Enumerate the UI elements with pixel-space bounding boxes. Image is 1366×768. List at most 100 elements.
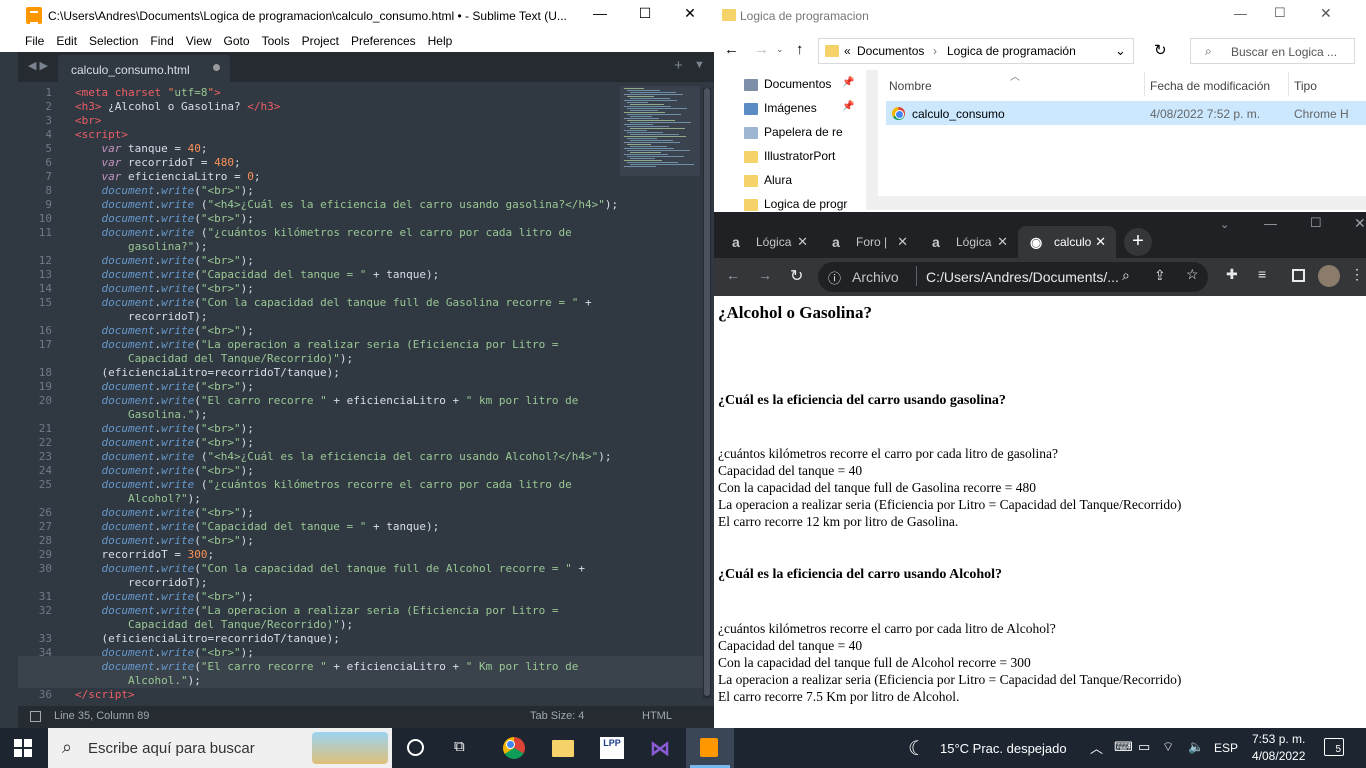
browser-tab-2[interactable]: a Foro | ✕ xyxy=(820,226,918,258)
code-line[interactable]: var eficienciaLitro = 0; xyxy=(75,170,261,183)
tab-close-icon[interactable]: ✕ xyxy=(797,234,808,250)
col-tipo[interactable]: Tipo xyxy=(1294,79,1317,93)
up-arrow-icon[interactable]: ↑ xyxy=(796,41,804,58)
menu-file[interactable]: File xyxy=(25,31,44,48)
tab-list-chevron-icon[interactable]: ▼ xyxy=(694,59,705,71)
breadcrumb-logica[interactable]: Logica de programación xyxy=(947,44,1076,58)
info-icon[interactable]: ⓘ xyxy=(828,268,841,287)
tab-nav-arrows-icon[interactable]: ◀ ▶ xyxy=(28,59,48,72)
code-line[interactable]: document.write("Con la capacidad del tan… xyxy=(75,296,592,309)
battery-icon[interactable]: ▭ xyxy=(1138,739,1150,755)
search-highlight-image[interactable] xyxy=(312,732,388,764)
minimize-button[interactable]: — xyxy=(585,5,615,25)
code-line[interactable]: document.write("<br>"); xyxy=(75,422,254,435)
wifi-icon[interactable]: ⌔ xyxy=(1162,739,1174,755)
profile-avatar[interactable] xyxy=(1318,265,1340,287)
maximize-button[interactable]: ☐ xyxy=(1310,215,1322,231)
tab-calculo-consumo[interactable]: calculo_consumo.html xyxy=(58,55,230,82)
browser-tab-1[interactable]: a Lógica ✕ xyxy=(720,226,818,258)
menu-selection[interactable]: Selection xyxy=(89,31,138,48)
menu-edit[interactable]: Edit xyxy=(56,31,77,48)
code-line[interactable]: document.write("Capacidad del tanque = "… xyxy=(75,268,440,281)
code-line[interactable]: <br> xyxy=(75,114,102,127)
code-line[interactable]: document.write ("¿cuántos kilómetros rec… xyxy=(75,226,572,239)
extensions-puzzle-icon[interactable]: ✚ xyxy=(1226,266,1238,283)
code-line[interactable]: document.write("La operacion a realizar … xyxy=(75,604,559,617)
col-divider[interactable] xyxy=(1288,72,1289,96)
sublime-taskbar-active[interactable] xyxy=(686,728,734,768)
task-view-icon[interactable]: ⧉ xyxy=(454,738,465,755)
code-line[interactable]: document.write("<br>"); xyxy=(75,380,254,393)
code-line[interactable]: var tanque = 40; xyxy=(75,142,208,155)
menu-view[interactable]: View xyxy=(186,31,212,48)
windows-start-icon[interactable] xyxy=(14,739,32,757)
back-arrow-icon[interactable]: ← xyxy=(726,267,740,283)
code-line[interactable]: document.write("<br>"); xyxy=(75,436,254,449)
code-line[interactable]: document.write("La operacion a realizar … xyxy=(75,338,559,351)
new-tab-plus-icon[interactable]: + xyxy=(1124,228,1152,256)
sidebar-item-documentos[interactable]: Documentos 📌 xyxy=(744,77,854,91)
close-button[interactable]: ✕ xyxy=(675,5,705,25)
tab-close-icon[interactable]: ✕ xyxy=(997,234,1008,250)
code-line[interactable]: </script> xyxy=(75,688,135,701)
code-line[interactable]: (eficienciaLitro=recorridoT/tanque); xyxy=(75,366,339,379)
menu-goto[interactable]: Goto xyxy=(224,31,250,48)
code-line[interactable]: gasolina?"); xyxy=(75,240,207,253)
cortana-icon[interactable] xyxy=(407,739,424,756)
sidebar-item-imagenes[interactable]: Imágenes 📌 xyxy=(744,101,854,115)
editor-scrollbar[interactable] xyxy=(703,88,711,698)
unsaved-dot-icon[interactable] xyxy=(213,64,220,71)
tab-close-icon[interactable]: ✕ xyxy=(897,234,908,250)
panel-toggle-icon[interactable] xyxy=(30,711,41,722)
forward-arrow-icon[interactable]: → xyxy=(758,267,772,283)
code-line[interactable]: recorridoT); xyxy=(75,576,207,589)
taskbar-search[interactable]: ⌕ Escribe aquí para buscar xyxy=(48,728,392,768)
code-line[interactable]: <meta charset "utf=8"> xyxy=(75,86,221,99)
code-line[interactable]: recorridoT = 300; xyxy=(75,548,214,561)
language-indicator[interactable]: ESP xyxy=(1214,741,1238,755)
code-line[interactable]: (eficienciaLitro=recorridoT/tanque); xyxy=(75,632,339,645)
close-button[interactable]: ✕ xyxy=(1320,5,1332,22)
scroll-thumb[interactable] xyxy=(704,88,710,696)
kebab-menu-icon[interactable]: ⋮ xyxy=(1350,266,1364,283)
search-box[interactable]: ⌕ Buscar en Logica ... xyxy=(1190,38,1355,64)
col-divider[interactable] xyxy=(1144,72,1145,96)
forward-arrow-icon[interactable]: → xyxy=(754,41,769,58)
lpp-app-icon[interactable]: LPP xyxy=(600,737,624,759)
clock-date[interactable]: 4/08/2022 xyxy=(1252,749,1305,763)
history-chevron-icon[interactable]: ⌄ xyxy=(776,44,784,55)
code-editor[interactable]: <meta charset "utf=8"> <h3> ¿Alcohol o Ga… xyxy=(75,82,620,706)
code-line[interactable]: <h3> ¿Alcohol o Gasolina? </h3> xyxy=(75,100,280,113)
col-nombre[interactable]: Nombre xyxy=(889,79,932,93)
code-line[interactable]: document.write("<br>"); xyxy=(75,590,254,603)
address-dropdown-icon[interactable]: ⌄ xyxy=(1115,43,1126,59)
tab-search-chevron-icon[interactable]: ⌄ xyxy=(1220,218,1229,231)
code-line[interactable]: Alcohol."); xyxy=(75,674,201,687)
code-line[interactable]: document.write("<br>"); xyxy=(75,534,254,547)
close-button[interactable]: ✕ xyxy=(1354,215,1366,232)
sidebar-item-logica[interactable]: Logica de progra xyxy=(744,197,848,211)
code-line[interactable]: document.write("<br>"); xyxy=(75,646,254,659)
sidebar-item-illustrator[interactable]: IllustratorPort xyxy=(744,149,844,163)
maximize-button[interactable]: ☐ xyxy=(630,5,660,25)
menu-help[interactable]: Help xyxy=(428,31,453,48)
code-line[interactable]: Capacidad del Tanque/Recorrido)"); xyxy=(75,352,353,365)
side-panel-icon[interactable] xyxy=(1292,269,1305,282)
code-line[interactable]: document.write ("¿cuántos kilómetros rec… xyxy=(75,478,572,491)
code-line[interactable]: document.write("<br>"); xyxy=(75,254,254,267)
clock-time[interactable]: 7:53 p. m. xyxy=(1252,732,1305,746)
code-line[interactable]: var recorridoT = 480; xyxy=(75,156,241,169)
minimize-button[interactable]: — xyxy=(1264,216,1277,231)
reload-icon[interactable]: ↻ xyxy=(790,266,803,286)
code-line[interactable]: Alcohol?"); xyxy=(75,492,201,505)
file-row[interactable]: calculo_consumo 4/08/2022 7:52 p. m. Chr… xyxy=(886,101,1366,125)
tray-chevron-icon[interactable]: ︿ xyxy=(1090,738,1103,757)
minimap[interactable] xyxy=(620,86,700,176)
file-explorer-taskbar-icon[interactable] xyxy=(552,740,574,757)
code-line[interactable]: document.write("El carro recorre " + efi… xyxy=(75,660,579,673)
sidebar-item-papelera[interactable]: Papelera de re xyxy=(744,125,844,139)
code-line[interactable]: document.write("<br>"); xyxy=(75,184,254,197)
minimize-button[interactable]: — xyxy=(1234,6,1247,21)
code-line[interactable]: Gasolina."); xyxy=(75,408,207,421)
browser-tab-4-active[interactable]: ◉ calculo ✕ xyxy=(1018,226,1116,258)
